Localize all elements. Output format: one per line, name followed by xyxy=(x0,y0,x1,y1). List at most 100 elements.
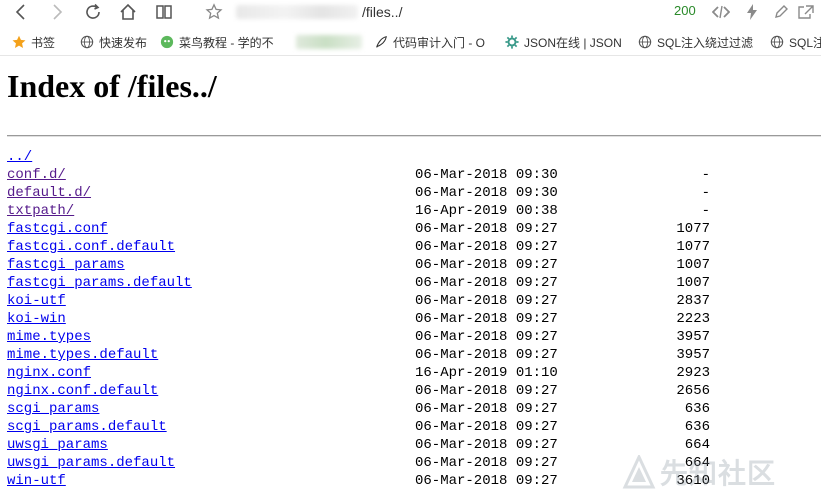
modified-date: 06-Mar-2018 09:27 xyxy=(415,311,558,327)
bookmark-item[interactable]: 菜鸟教程 - 学的不 xyxy=(160,33,282,51)
divider xyxy=(7,135,821,137)
back-button[interactable] xyxy=(9,0,33,24)
file-link[interactable]: fastcgi_params xyxy=(7,256,125,274)
modified-date: 06-Mar-2018 09:27 xyxy=(415,275,558,291)
file-link[interactable]: fastcgi.conf xyxy=(7,220,108,238)
bookmark-label: SQL注入绕过过滤 xyxy=(657,35,754,50)
file-link[interactable]: scgi_params xyxy=(7,400,99,418)
list-item: win-utf 06-Mar-2018 09:27 3610 xyxy=(7,472,821,490)
share-icon xyxy=(798,5,814,19)
code-view-button[interactable] xyxy=(711,2,731,22)
modified-date: 16-Apr-2019 01:10 xyxy=(415,365,558,381)
edit-button[interactable] xyxy=(771,2,791,22)
file-link[interactable]: fastcgi.conf.default xyxy=(7,238,175,256)
bookmark-star-button[interactable] xyxy=(202,0,226,24)
file-link[interactable]: uwsgi_params xyxy=(7,436,108,454)
list-item: mime.types 06-Mar-2018 09:27 3957 xyxy=(7,328,821,346)
file-size: 2923 xyxy=(676,365,710,381)
file-link[interactable]: txtpath/ xyxy=(7,202,74,220)
speed-button[interactable] xyxy=(742,2,762,22)
file-size: 1007 xyxy=(676,257,710,273)
file-link[interactable]: koi-utf xyxy=(7,292,66,310)
file-size: 664 xyxy=(684,437,710,453)
modified-date: 06-Mar-2018 09:27 xyxy=(415,437,558,453)
bookmark-label: JSON在线 | JSON xyxy=(524,35,622,50)
modified-date: 06-Mar-2018 09:27 xyxy=(415,257,558,273)
bookmark-item[interactable]: SQL注入绕过过滤 xyxy=(638,33,758,51)
bookmark-item[interactable]: 代码审计入门 - O xyxy=(374,33,494,51)
file-size: 3957 xyxy=(676,329,710,345)
list-item: uwsgi_params.default 06-Mar-2018 09:27 6… xyxy=(7,454,821,472)
home-button[interactable] xyxy=(116,0,140,24)
file-link[interactable]: win-utf xyxy=(7,472,66,490)
file-size: 636 xyxy=(684,401,710,417)
bookmark-item[interactable]: SQL注 xyxy=(770,33,821,51)
modified-date: 06-Mar-2018 09:27 xyxy=(415,221,558,237)
bookmark-label: 快速发布 xyxy=(99,35,148,50)
redacted-host xyxy=(236,5,358,19)
globe-icon xyxy=(770,35,784,49)
reading-mode-button[interactable] xyxy=(152,0,176,24)
file-size: 3610 xyxy=(676,473,710,489)
bookmark-label: 菜鸟教程 - 学的不 xyxy=(179,35,274,50)
file-link[interactable]: default.d/ xyxy=(7,184,91,202)
bookmark-label: 代码审计入门 - O xyxy=(393,35,485,50)
list-item: mime.types.default 06-Mar-2018 09:27 395… xyxy=(7,346,821,364)
bookmark-item[interactable]: 快速发布 xyxy=(80,33,152,51)
redacted-bookmark xyxy=(296,35,362,49)
file-size: - xyxy=(701,185,710,201)
forward-button[interactable] xyxy=(45,0,69,24)
file-listing: ../ conf.d/ 06-Mar-2018 09:30 - default.… xyxy=(7,148,821,490)
globe-icon xyxy=(638,35,652,49)
file-link[interactable]: koi-win xyxy=(7,310,66,328)
file-link[interactable]: mime.types xyxy=(7,328,91,346)
forward-arrow-icon xyxy=(53,4,63,20)
list-item: fastcgi.conf.default 06-Mar-2018 09:27 1… xyxy=(7,238,821,256)
file-link[interactable]: ../ xyxy=(7,148,32,166)
modified-date: 06-Mar-2018 09:27 xyxy=(415,473,558,489)
file-link[interactable]: uwsgi_params.default xyxy=(7,454,175,472)
browser-toolbar: /files../ 200 xyxy=(0,0,821,26)
list-item: conf.d/ 06-Mar-2018 09:30 - xyxy=(7,166,821,184)
list-item: nginx.conf 16-Apr-2019 01:10 2923 xyxy=(7,364,821,382)
share-button[interactable] xyxy=(796,2,816,22)
file-size: 1077 xyxy=(676,221,710,237)
modified-date: 06-Mar-2018 09:27 xyxy=(415,401,558,417)
list-item: uwsgi_params 06-Mar-2018 09:27 664 xyxy=(7,436,821,454)
modified-date: 06-Mar-2018 09:30 xyxy=(415,185,558,201)
home-icon xyxy=(120,3,136,20)
file-link[interactable]: fastcgi_params.default xyxy=(7,274,192,292)
bookmark-folder[interactable]: 书签 xyxy=(12,33,64,51)
list-item: scgi_params 06-Mar-2018 09:27 636 xyxy=(7,400,821,418)
modified-date: 06-Mar-2018 09:27 xyxy=(415,383,558,399)
file-link[interactable]: mime.types.default xyxy=(7,346,158,364)
list-item: koi-utf 06-Mar-2018 09:27 2837 xyxy=(7,292,821,310)
modified-date: 06-Mar-2018 09:27 xyxy=(415,293,558,309)
file-link[interactable]: scgi_params.default xyxy=(7,418,167,436)
reload-button[interactable] xyxy=(81,0,105,24)
url-path: /files../ xyxy=(362,4,403,20)
modified-date: 06-Mar-2018 09:27 xyxy=(415,239,558,255)
file-size: 1077 xyxy=(676,239,710,255)
file-size: 2656 xyxy=(676,383,710,399)
list-item: fastcgi.conf 06-Mar-2018 09:27 1077 xyxy=(7,220,821,238)
list-item: txtpath/ 16-Apr-2019 00:38 - xyxy=(7,202,821,220)
bookmark-item[interactable]: JSON在线 | JSON xyxy=(505,33,627,51)
file-link[interactable]: nginx.conf xyxy=(7,364,91,382)
page-title: Index of /files../ xyxy=(7,68,217,104)
code-brackets-icon xyxy=(712,5,730,19)
list-item: nginx.conf.default 06-Mar-2018 09:27 265… xyxy=(7,382,821,400)
file-size: 1007 xyxy=(676,275,710,291)
file-size: 664 xyxy=(684,455,710,471)
modified-date: 06-Mar-2018 09:27 xyxy=(415,347,558,363)
list-item: default.d/ 06-Mar-2018 09:30 - xyxy=(7,184,821,202)
file-link[interactable]: nginx.conf.default xyxy=(7,382,158,400)
globe-icon xyxy=(80,35,94,49)
back-arrow-icon xyxy=(15,4,25,20)
file-size: - xyxy=(701,203,710,219)
address-bar[interactable]: /files../ xyxy=(236,1,656,23)
book-icon xyxy=(156,5,172,19)
modified-date: 06-Mar-2018 09:27 xyxy=(415,329,558,345)
runoob-icon xyxy=(160,35,174,49)
file-link[interactable]: conf.d/ xyxy=(7,166,66,184)
